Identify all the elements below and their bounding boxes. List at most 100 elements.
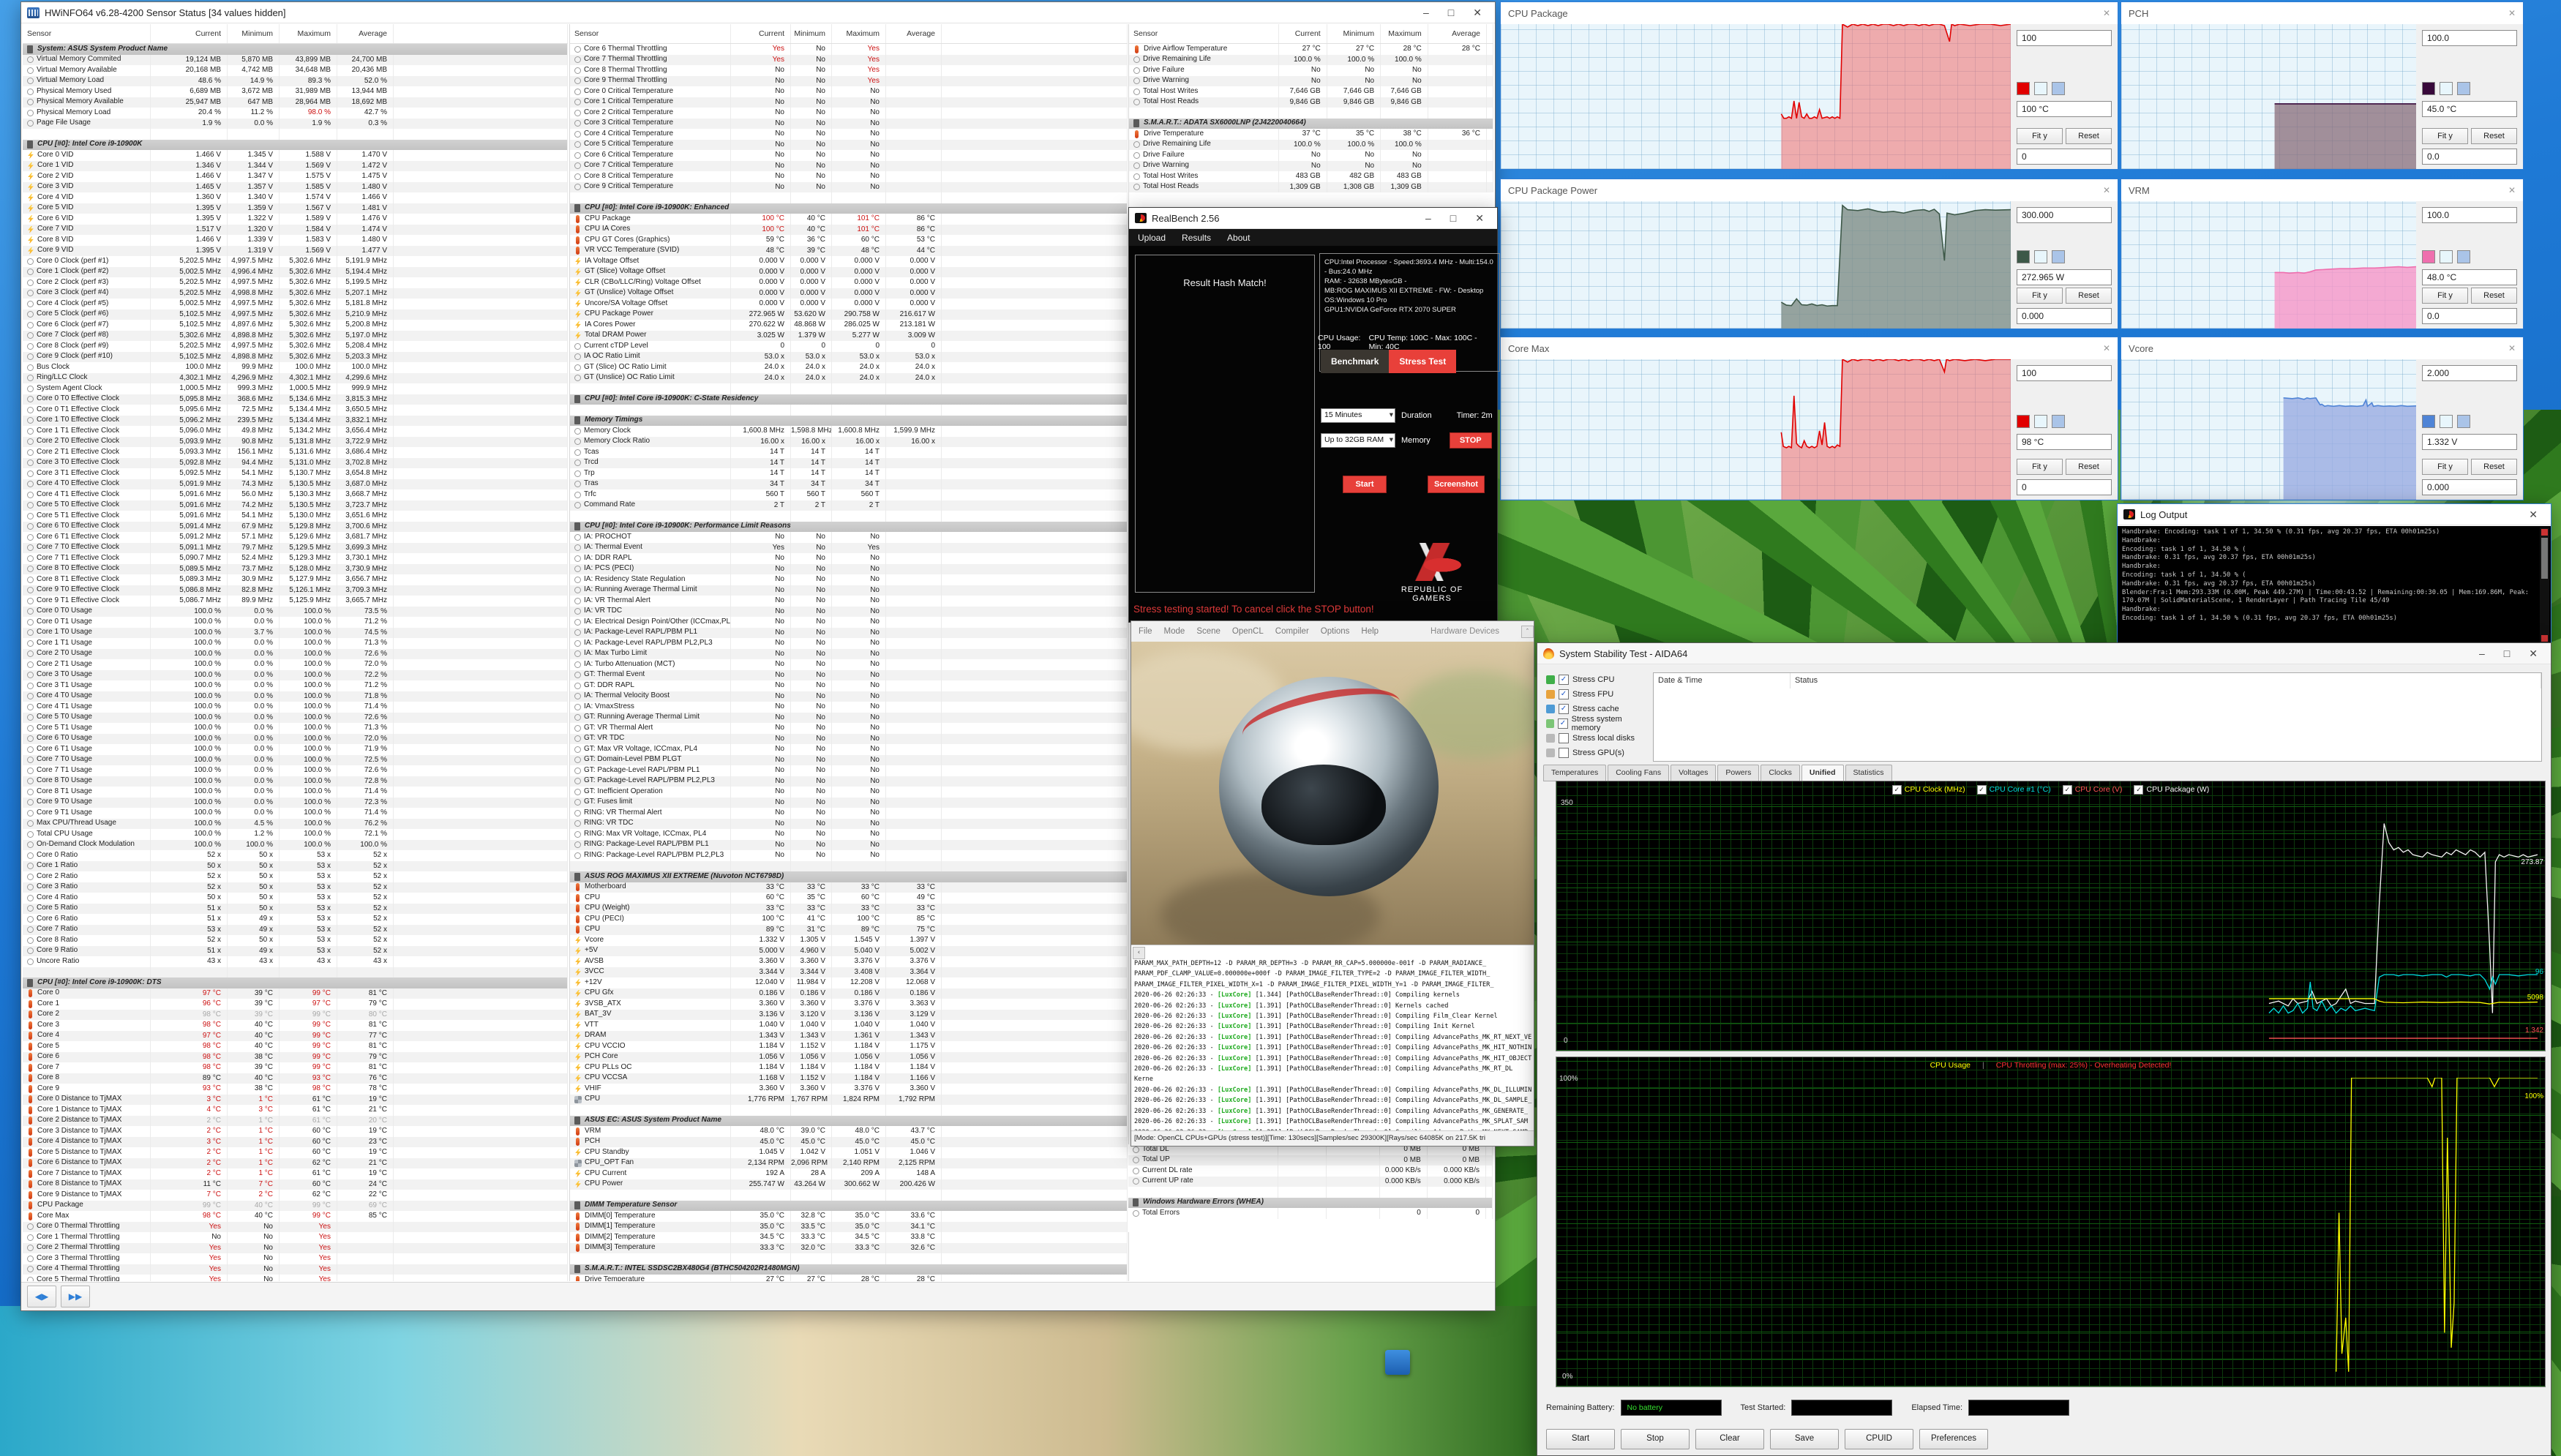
sensor-row[interactable]: Core 7 VID 1.517 V 1.320 V 1.584 V 1.474 V xyxy=(23,224,568,235)
log-output-scrollbar[interactable] xyxy=(2540,528,2549,643)
sensor-row[interactable]: Core 8 Ratio 52 x 50 x 53 x 52 x xyxy=(23,935,568,946)
close-icon[interactable]: ✕ xyxy=(2508,8,2516,18)
sensor-row[interactable]: Core 3 Thermal Throttling Yes No Yes xyxy=(23,1253,568,1264)
sensor-row[interactable]: Core 2 T0 Effective Clock 5,093.9 MHz 90.8… xyxy=(23,436,568,447)
menu-options[interactable]: Options xyxy=(1321,627,1350,636)
sensor-row[interactable]: IA: Residency State Regulation No No No xyxy=(570,574,1128,585)
tab-benchmark[interactable]: Benchmark xyxy=(1321,350,1390,373)
legend-item[interactable]: ✓ CPU Package (W) xyxy=(2134,785,2209,795)
sensor-row[interactable]: Core 2 Distance to TjMAX 2 °C 1 °C 61 °C 20 … xyxy=(23,1115,568,1126)
fit-y-button[interactable]: Fit y xyxy=(2017,288,2063,304)
scroll-down-icon[interactable] xyxy=(2541,635,2548,642)
grid-color-swatch[interactable] xyxy=(2052,415,2065,428)
sensor-row[interactable]: Core 1 Distance to TjMAX 4 °C 3 °C 61 °C 21 … xyxy=(23,1105,568,1116)
sensor-row[interactable]: Virtual Memory Available 20,168 MB 4,742 M… xyxy=(23,65,568,76)
stress-option[interactable]: Stress local disks xyxy=(1546,731,1649,746)
sensor-row[interactable]: Core 5 T0 Usage 100.0 % 0.0 % 100.0 % 72.6 % xyxy=(23,712,568,723)
sensor-row[interactable]: Core 6 T1 Usage 100.0 % 0.0 % 100.0 % 71.9 % xyxy=(23,744,568,755)
stress-option[interactable]: Stress GPU(s) xyxy=(1546,746,1649,760)
sensor-row[interactable]: CPU Power 255.747 W 43.264 W 300.662 W 200.4… xyxy=(570,1179,1128,1190)
log-output-titlebar[interactable]: Log Output ✕ xyxy=(2118,504,2551,525)
stress-option[interactable]: ✓ Stress cache xyxy=(1546,702,1649,716)
stress-option[interactable]: ✓ Stress CPU xyxy=(1546,672,1649,687)
sensor-row[interactable]: GT (Unslice) OC Ratio Limit 24.0 x 24.0 x2… xyxy=(570,372,1128,383)
sensor-row[interactable]: Core Max 98 °C 40 °C 99 °C 85 °C xyxy=(23,1211,568,1222)
preferences-button[interactable]: Preferences xyxy=(1919,1429,1988,1449)
sensor-row[interactable]: PCH 45.0 °C 45.0 °C 45.0 °C 45.0 °C xyxy=(570,1136,1128,1147)
sensor-row[interactable]: CPU IA Cores 100 °C 40 °C 101 °C 86 °C xyxy=(570,224,1128,235)
sensor-section-row[interactable]: Windows Hardware Errors (WHEA) xyxy=(1128,1197,1493,1208)
sensor-row[interactable]: Total Host Writes 483 GB 482 GB 483 GB xyxy=(1129,171,1493,182)
sensor-row[interactable]: Drive Remaining Life 100.0 % 100.0 % 100.0 … xyxy=(1129,139,1493,150)
bg-color-swatch[interactable] xyxy=(2034,415,2047,428)
sensor-row[interactable]: PCH Core 1.056 V 1.056 V 1.056 V 1.056 V xyxy=(570,1051,1128,1062)
sensor-row[interactable]: Core 2 T1 Effective Clock 5,093.3 MHz 156.… xyxy=(23,447,568,458)
tab-stress-test[interactable]: Stress Test xyxy=(1389,350,1457,373)
sensor-row[interactable]: +12V 12.040 V 11.984 V 12.208 V 12.068 V xyxy=(570,977,1128,988)
sensor-row[interactable]: Uncore Ratio 43 x 43 x 43 x 43 x xyxy=(23,956,568,967)
sensor-row[interactable]: Physical Memory Used 6,689 MB 3,672 MB 31,9… xyxy=(23,86,568,97)
series-color-swatch[interactable] xyxy=(2422,82,2435,95)
sensor-row[interactable]: GT (Unslice) Voltage Offset 0.000 V 0.000 … xyxy=(570,288,1128,299)
sensor-row[interactable]: Ring/LLC Clock 4,302.1 MHz 4,296.9 MHz 4,30… xyxy=(23,372,568,383)
sensor-row[interactable]: GT: Package-Level RAPL/PBM PL2,PL3 No No No xyxy=(570,776,1128,787)
sensor-row[interactable]: GT: Inefficient Operation No No No xyxy=(570,787,1128,798)
sensor-row[interactable]: DIMM[1] Temperature 35.0 °C 33.5 °C 35.0 °C… xyxy=(570,1221,1128,1232)
sensor-row[interactable]: Core 6 Ratio 51 x 49 x 53 x 52 x xyxy=(23,914,568,925)
minimize-icon[interactable]: – xyxy=(2479,648,2485,660)
sensor-row[interactable]: Core 6 T1 Effective Clock 5,091.2 MHz 57.1… xyxy=(23,532,568,543)
sensor-row[interactable]: Core 0 T0 Effective Clock 5,095.8 MHz 368.… xyxy=(23,394,568,405)
sensor-blank-row[interactable] xyxy=(1128,1187,1493,1198)
bg-color-swatch[interactable] xyxy=(2440,250,2453,263)
sensor-blank-row[interactable] xyxy=(23,967,568,977)
close-icon[interactable]: ✕ xyxy=(2529,648,2538,660)
sensor-row[interactable]: Core 2 T0 Usage 100.0 % 0.0 % 100.0 % 72.6 % xyxy=(23,648,568,659)
sensor-row[interactable]: Core 1 T0 Effective Clock 5,096.2 MHz 239.… xyxy=(23,415,568,426)
sensor-blank-row[interactable] xyxy=(23,129,568,140)
close-icon[interactable]: ✕ xyxy=(1475,212,1484,225)
save-button[interactable]: Save xyxy=(1770,1429,1839,1449)
reset-button[interactable]: Reset xyxy=(2471,128,2517,144)
column-date-time[interactable]: Date & Time xyxy=(1654,673,1791,688)
prev-page-button[interactable]: ◀▶ xyxy=(27,1286,56,1307)
sensor-section-row[interactable]: Memory Timings xyxy=(570,415,1128,426)
menu-mode[interactable]: Mode xyxy=(1164,627,1185,636)
sensor-section-row[interactable]: S.M.A.R.T.: ADATA SX6000LNP (2J422004066… xyxy=(1129,118,1493,129)
sensor-row[interactable]: Total Host Reads 1,309 GB 1,308 GB 1,309 GB xyxy=(1129,181,1493,192)
sensor-row[interactable]: Core 5 Thermal Throttling Yes No Yes xyxy=(23,1275,568,1281)
legend-item[interactable]: ✓ CPU Clock (MHz) xyxy=(1891,785,1965,795)
sensor-blank-row[interactable] xyxy=(570,860,1128,871)
panel-title-bar[interactable]: Core Max ✕ xyxy=(1501,337,2118,359)
sensor-row[interactable]: Core 6 Clock (perf #7) 5,102.5 MHz 4,897.6… xyxy=(23,320,568,331)
sensor-row[interactable]: AVSB 3.360 V 3.360 V 3.376 V 3.376 V xyxy=(570,956,1128,967)
sensor-row[interactable]: Core 6 T0 Usage 100.0 % 0.0 % 100.0 % 72.0 % xyxy=(23,733,568,744)
realbench-titlebar[interactable]: RealBench 2.56 – □ ✕ xyxy=(1129,208,1497,229)
scale-min-box[interactable]: 0.0 xyxy=(2422,308,2517,324)
sensor-row[interactable]: Core 9 VID 1.395 V 1.319 V 1.569 V 1.477 V xyxy=(23,245,568,256)
sensor-row[interactable]: Total Host Reads 9,846 GB 9,846 GB 9,846 GB xyxy=(1129,97,1493,108)
maximize-icon[interactable]: □ xyxy=(1448,7,1454,19)
sensor-row[interactable]: Core 5 Distance to TjMAX 2 °C 1 °C 60 °C 19 … xyxy=(23,1147,568,1158)
start-button[interactable]: Start xyxy=(1343,476,1387,493)
sensor-row[interactable]: Page File Usage 1.9 % 0.0 % 1.9 % 0.3 % xyxy=(23,118,568,129)
sensor-row[interactable]: Core 6 T0 Effective Clock 5,091.4 MHz 67.9… xyxy=(23,521,568,532)
checkbox[interactable]: ✓ xyxy=(1559,704,1569,714)
sensor-row[interactable]: Current cTDP Level 0 0 0 0 xyxy=(570,341,1128,352)
reset-button[interactable]: Reset xyxy=(2066,128,2112,144)
fit-y-button[interactable]: Fit y xyxy=(2017,128,2063,144)
sensor-row[interactable]: Drive Remaining Life 100.0 % 100.0 % 100.0 … xyxy=(1129,54,1493,65)
scale-min-box[interactable]: 0.000 xyxy=(2017,308,2112,324)
sensor-row[interactable]: Drive Warning No No No xyxy=(1129,160,1493,171)
sensor-row[interactable]: GT: DDR RAPL No No No xyxy=(570,680,1128,691)
event-list[interactable]: Date & Time Status xyxy=(1653,672,2542,762)
menu-help[interactable]: Help xyxy=(1361,627,1379,636)
sensor-row[interactable]: Core 7 Ratio 53 x 49 x 53 x 52 x xyxy=(23,924,568,935)
sensor-row[interactable]: Physical Memory Load 20.4 % 11.2 % 98.0 % 42… xyxy=(23,108,568,119)
sensor-blank-row[interactable] xyxy=(570,511,1128,522)
scale-max-box[interactable]: 100 xyxy=(2017,365,2112,381)
sensor-row[interactable]: Core 3 Ratio 52 x 50 x 53 x 52 x xyxy=(23,882,568,893)
sensor-section-row[interactable]: CPU [#0]: Intel Core i9-10900K: Performa… xyxy=(570,521,1128,532)
menu-scene[interactable]: Scene xyxy=(1196,627,1220,636)
legend-item[interactable]: ✓ CPU Core (V) xyxy=(2062,785,2122,795)
sensor-section-row[interactable]: ASUS ROG MAXIMUS XII EXTREME (Nuvoton NC… xyxy=(570,871,1128,882)
